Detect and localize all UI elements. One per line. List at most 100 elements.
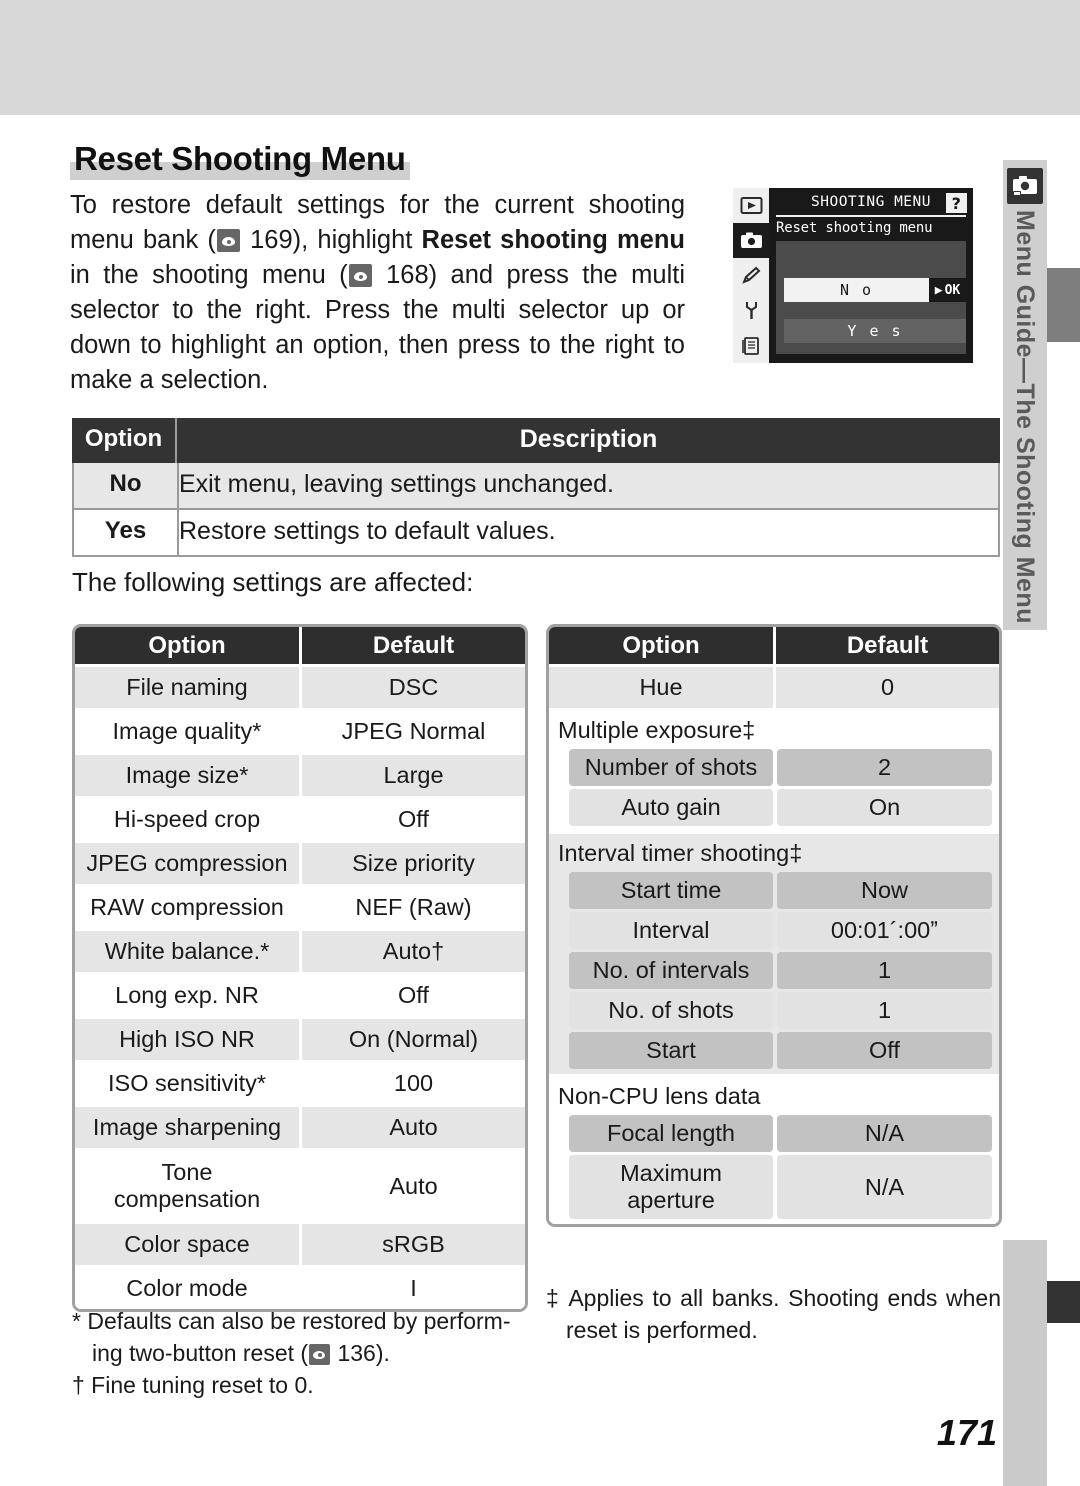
cell-default: Auto† <box>302 931 525 972</box>
footnote-right: ‡ Applies to all banks. Shooting ends wh… <box>546 1282 1001 1346</box>
cell-option: Image size* <box>75 755 299 796</box>
footnote-dagger: † Fine tuning reset to 0. <box>72 1372 314 1398</box>
group-padding <box>549 1219 999 1224</box>
cell-default: Off <box>302 975 525 1016</box>
sub-row: Focal length N/A <box>549 1115 999 1152</box>
settings-group: Interval timer shooting‡ Start time Now Int… <box>549 834 999 1074</box>
sub-row: Start time Now <box>549 872 999 909</box>
cell-description: Exit menu, leaving settings unchanged. <box>179 463 998 508</box>
cell-option: White balance.* <box>75 931 299 972</box>
lcd-option-yes[interactable]: Y e s <box>784 319 966 343</box>
book-reference-icon <box>309 1344 331 1365</box>
side-marker-mid <box>1047 268 1080 342</box>
group-title: Interval timer shooting‡ <box>558 840 803 866</box>
cell-option: Long exp. NR <box>75 975 299 1016</box>
cell-default: On <box>777 789 992 826</box>
cell-default: 0 <box>776 667 999 708</box>
cell-option: Interval <box>569 912 773 949</box>
cell-default: JPEG Normal <box>302 711 525 752</box>
page-title: Reset Shooting Menu <box>70 140 410 180</box>
cell-default: Size priority <box>302 843 525 884</box>
table-row: No Exit menu, leaving settings unchanged… <box>72 463 1000 510</box>
cell-default: Off <box>777 1032 992 1069</box>
lcd-options-panel: N o ▶ OK Y e s <box>776 241 966 354</box>
table-row: RAW compression NEF (Raw) <box>75 887 525 928</box>
footnote-right-a: ‡ Applies to all banks. Shooting ends <box>546 1285 938 1311</box>
footnote-text-a: * Defaults can also be restored by perfo… <box>72 1308 511 1334</box>
table-row: Image sharpening Auto <box>75 1107 525 1148</box>
cell-default: On (Normal) <box>302 1019 525 1060</box>
cell-default: I <box>302 1268 525 1309</box>
table-row: Image size* Large <box>75 755 525 796</box>
cell-default: Large <box>302 755 525 796</box>
lcd-divider <box>776 215 966 217</box>
cell-default: Now <box>777 872 992 909</box>
wrench-icon <box>733 293 769 328</box>
footnote-asterisk: * Defaults can also be restored by perfo… <box>72 1305 527 1369</box>
camera-lcd-illustration: SHOOTING MENU ? Reset shooting menu N o … <box>733 188 973 363</box>
cell-default: NEF (Raw) <box>302 887 525 928</box>
sub-row: No. of shots 1 <box>549 992 999 1029</box>
lcd-option-no[interactable]: N o <box>784 278 929 302</box>
intro-ref-1: 169 <box>250 226 293 254</box>
cell-option: Focal length <box>569 1115 773 1152</box>
cell-option: Auto gain <box>569 789 773 826</box>
cell-option: Maximum aperture <box>569 1155 773 1219</box>
side-rail-lower <box>1003 1240 1047 1486</box>
cell-default: 1 <box>777 992 992 1029</box>
cell-option: Start time <box>569 872 773 909</box>
table-row: Hi-speed crop Off <box>75 799 525 840</box>
footnote-double-dagger: ‡ Applies to all banks. Shooting ends wh… <box>546 1282 1001 1346</box>
table-row: Long exp. NR Off <box>75 975 525 1016</box>
lcd-screen: SHOOTING MENU ? Reset shooting menu N o … <box>769 188 973 363</box>
cell-default: DSC <box>302 667 525 708</box>
table-row: Color space sRGB <box>75 1224 525 1265</box>
cell-default: 1 <box>777 952 992 989</box>
table-row: Color mode I <box>75 1268 525 1309</box>
cell-option: File naming <box>75 667 299 708</box>
camera-icon <box>1007 168 1043 204</box>
table-row: File naming DSC <box>75 667 525 708</box>
cell-default: Auto <box>302 1151 525 1221</box>
cell-option: ISO sensitivity* <box>75 1063 299 1104</box>
right-settings-table: Option Default Hue 0 Multiple exposure‡ Num… <box>546 624 1002 1227</box>
footnote-left: * Defaults can also be restored by perfo… <box>72 1305 527 1401</box>
cell-option: No. of shots <box>569 992 773 1029</box>
cell-option: High ISO NR <box>75 1019 299 1060</box>
cell-default: sRGB <box>302 1224 525 1265</box>
cell-option: Color space <box>75 1224 299 1265</box>
playback-icon <box>733 188 769 223</box>
group-title: Multiple exposure‡ <box>558 717 756 743</box>
sub-row: Interval 00:01´:00ˮ <box>549 912 999 949</box>
left-settings-table: Option Default File naming DSC Image quali… <box>72 624 528 1312</box>
table-row: Tone compensation Auto <box>75 1151 525 1221</box>
cell-option: Hue <box>549 667 773 708</box>
lcd-title-text: SHOOTING MENU <box>811 194 931 210</box>
cell-default: 100 <box>302 1063 525 1104</box>
book-reference-icon <box>216 229 240 252</box>
cell-option: Yes <box>74 510 177 555</box>
table-row: ISO sensitivity* 100 <box>75 1063 525 1104</box>
cell-option: Image sharpening <box>75 1107 299 1148</box>
lcd-ok-button[interactable]: ▶ OK <box>929 278 966 302</box>
following-settings-line: The following settings are affected: <box>72 567 474 597</box>
cell-default: 2 <box>777 749 992 786</box>
cell-option: Hi-speed crop <box>75 799 299 840</box>
cell-default: Auto <box>302 1107 525 1148</box>
column-header-description: Description <box>519 425 658 453</box>
cell-default: 00:01´:00ˮ <box>777 912 992 949</box>
table-row: Image quality* JPEG Normal <box>75 711 525 752</box>
cell-default: N/A <box>777 1115 992 1152</box>
right-arrow-icon: ▶ <box>934 282 943 298</box>
cell-option: Image quality* <box>75 711 299 752</box>
sub-row: Number of shots 2 <box>549 749 999 786</box>
column-header-option: Option <box>549 627 773 664</box>
column-header-default: Default <box>302 627 525 664</box>
footnote-text-b: ing two-button reset ( <box>92 1340 309 1366</box>
intro-ref-2: 168 <box>386 261 429 289</box>
column-header-option: Option <box>84 425 163 452</box>
settings-group: Multiple exposure‡ Number of shots 2 Auto g… <box>549 711 999 831</box>
book-reference-icon <box>348 264 372 287</box>
settings-group: Non-CPU lens data Focal length N/A Maximum a… <box>549 1077 999 1224</box>
cell-option: Number of shots <box>569 749 773 786</box>
